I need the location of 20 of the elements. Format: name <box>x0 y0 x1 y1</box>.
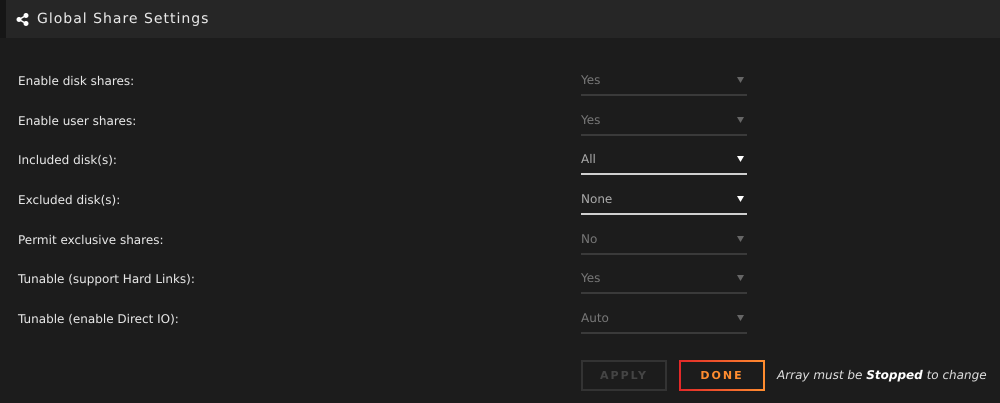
setting-label: Enable disk shares: <box>18 73 136 90</box>
section-title: Global Share Settings <box>37 11 210 27</box>
action-button[interactable]: DONE <box>679 360 765 391</box>
caret-icon <box>737 156 744 162</box>
caret-icon <box>737 315 744 322</box>
setting-label: Tunable (support Hard Links): <box>18 271 196 288</box>
setting-label: Permit exclusive shares: <box>18 232 164 249</box>
caret-icon <box>737 77 744 83</box>
caret-icon <box>737 236 744 242</box>
caret-icon <box>737 116 744 123</box>
setting-label: Tunable (enable Direct IO): <box>18 311 180 328</box>
setting-label: Included disk(s): <box>18 152 118 170</box>
select-field[interactable]: All <box>581 149 747 176</box>
status-note: Array must be Stopped to change <box>777 368 987 382</box>
setting-label: Enable user shares: <box>18 112 138 130</box>
caret-icon <box>737 275 744 282</box>
caret-icon <box>737 196 744 202</box>
setting-label: Excluded disk(s): <box>18 192 122 210</box>
select-field[interactable]: None <box>581 189 747 216</box>
share-icon <box>16 12 29 26</box>
